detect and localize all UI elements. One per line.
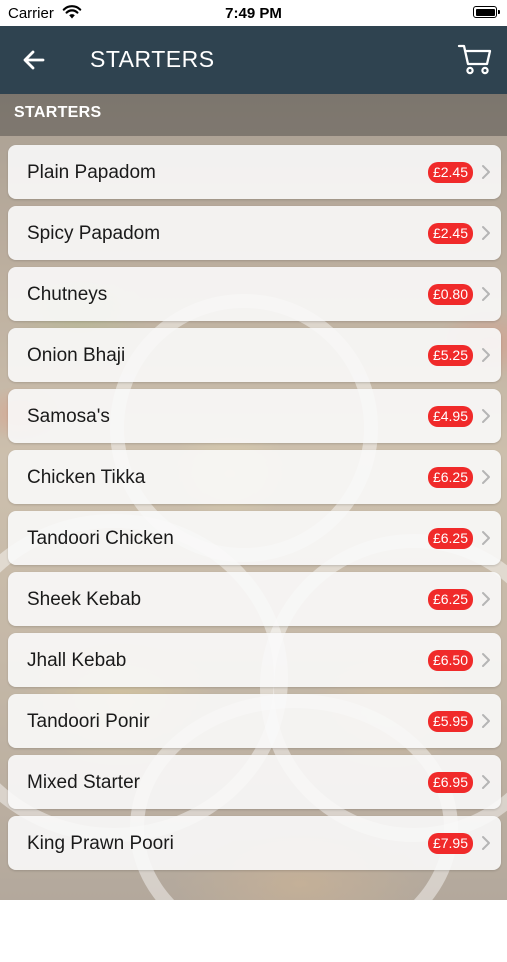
section-title: STARTERS	[14, 104, 102, 121]
menu-item-name: Tandoori Ponir	[27, 711, 150, 732]
menu-item-name: Mixed Starter	[27, 772, 140, 793]
chevron-right-icon	[482, 470, 490, 484]
price-badge: £2.45	[427, 223, 473, 244]
chevron-right-icon	[482, 226, 490, 240]
cart-icon[interactable]	[457, 42, 493, 76]
menu-item-name: Sheek Kebab	[27, 589, 142, 610]
chevron-right-icon	[482, 531, 490, 545]
chevron-right-icon	[482, 653, 490, 667]
price-badge: £6.25	[427, 528, 473, 549]
menu-item-jhall-kebab[interactable]: Jhall Kebab £6.50	[8, 633, 501, 687]
chevron-right-icon	[482, 409, 490, 423]
menu-item-tandoori-chicken[interactable]: Tandoori Chicken £6.25	[8, 511, 501, 565]
menu-item-name: Tandoori Chicken	[27, 528, 174, 549]
menu-item-mixed-starter[interactable]: Mixed Starter £6.95	[8, 755, 501, 809]
section-header: STARTERS	[0, 94, 507, 136]
price-badge: £0.80	[427, 284, 473, 305]
chevron-right-icon	[482, 775, 490, 789]
clock: 7:49 PM	[225, 5, 282, 22]
chevron-right-icon	[482, 287, 490, 301]
menu-item-name: Chicken Tikka	[27, 467, 146, 488]
price-badge: £6.25	[427, 589, 473, 610]
battery-icon	[473, 6, 500, 18]
price-badge: £5.95	[427, 711, 473, 732]
menu-item-spicy-papadom[interactable]: Spicy Papadom £2.45	[8, 206, 501, 260]
menu-item-onion-bhaji[interactable]: Onion Bhaji £5.25	[8, 328, 501, 382]
menu-item-name: Spicy Papadom	[27, 223, 161, 244]
chevron-right-icon	[482, 165, 490, 179]
price-badge: £6.95	[427, 772, 473, 793]
menu-item-name: Jhall Kebab	[27, 650, 127, 671]
price-badge: £7.95	[427, 833, 473, 854]
menu-item-name: Chutneys	[27, 284, 108, 305]
chevron-right-icon	[482, 714, 490, 728]
menu-item-plain-papadom[interactable]: Plain Papadom £2.45	[8, 145, 501, 199]
price-badge: £6.25	[427, 467, 473, 488]
chevron-right-icon	[482, 592, 490, 606]
menu-item-tandoori-ponir[interactable]: Tandoori Ponir £5.95	[8, 694, 501, 748]
price-badge: £4.95	[427, 406, 473, 427]
status-bar: Carrier 7:49 PM	[0, 0, 507, 26]
price-badge: £5.25	[427, 345, 473, 366]
menu-item-chutneys[interactable]: Chutneys £0.80	[8, 267, 501, 321]
menu-item-name: Plain Papadom	[27, 162, 156, 183]
price-badge: £6.50	[427, 650, 473, 671]
menu-item-name: Onion Bhaji	[27, 345, 126, 366]
menu-item-name: King Prawn Poori	[27, 833, 174, 854]
chevron-right-icon	[482, 348, 490, 362]
chevron-right-icon	[482, 836, 490, 850]
menu-item-sheek-kebab[interactable]: Sheek Kebab £6.25	[8, 572, 501, 626]
menu-item-name: Samosa's	[27, 406, 110, 427]
menu-item-samosas[interactable]: Samosa's £4.95	[8, 389, 501, 443]
arrow-left-icon[interactable]	[20, 46, 48, 74]
price-badge: £2.45	[427, 162, 473, 183]
menu-item-king-prawn-poori[interactable]: King Prawn Poori £7.95	[8, 816, 501, 870]
page-title: STARTERS	[90, 46, 215, 72]
navigation-bar: STARTERS	[0, 26, 507, 94]
menu-item-chicken-tikka[interactable]: Chicken Tikka £6.25	[8, 450, 501, 504]
